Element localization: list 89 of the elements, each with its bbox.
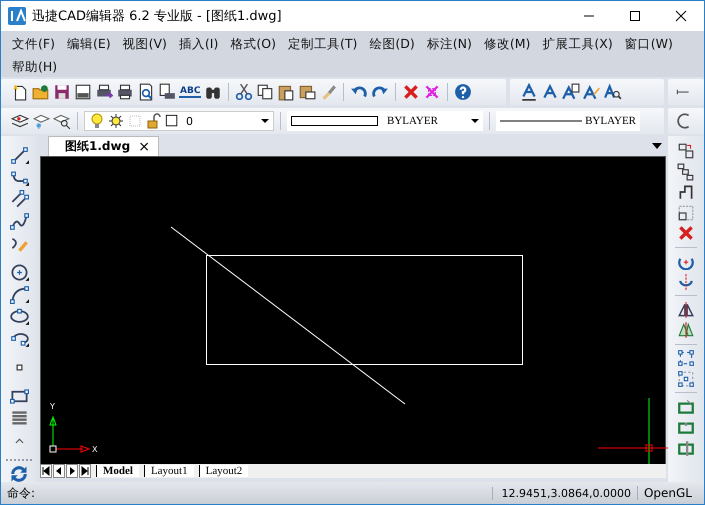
lineweight-sample-icon bbox=[500, 119, 582, 123]
renderer-label: OpenGL bbox=[636, 486, 704, 500]
grid-grips-icon[interactable] bbox=[677, 370, 695, 388]
trim-rectangle-icon[interactable] bbox=[677, 398, 695, 416]
help-icon[interactable] bbox=[454, 83, 472, 101]
menu-item[interactable]: 帮助(H) bbox=[7, 57, 62, 80]
circle-tool-icon[interactable] bbox=[10, 263, 28, 282]
menu-item[interactable]: 窗口(W) bbox=[620, 34, 678, 57]
document-tab-label: 图纸1.dwg bbox=[65, 138, 130, 155]
sun-icon bbox=[108, 113, 124, 129]
copy-icon[interactable] bbox=[256, 83, 274, 101]
text-pencil-icon[interactable] bbox=[583, 83, 601, 101]
delete-icon[interactable] bbox=[402, 83, 420, 101]
coordinates-readout: 12.9451,3.0864,0.0000 bbox=[492, 486, 637, 500]
menu-item[interactable]: 定制工具(T) bbox=[282, 34, 362, 57]
layer-name: 0 bbox=[186, 114, 194, 128]
scissors-icon[interactable] bbox=[235, 83, 254, 101]
line-tool-icon[interactable] bbox=[10, 146, 28, 165]
ellipse-tool-icon[interactable] bbox=[10, 307, 28, 326]
mirror-stretch-icon[interactable] bbox=[677, 321, 695, 339]
drawing-canvas[interactable]: Y X bbox=[40, 156, 666, 464]
selection-cross-icon[interactable] bbox=[423, 83, 442, 101]
layer-state-icon[interactable] bbox=[32, 112, 50, 130]
printer-icon[interactable] bbox=[116, 83, 134, 101]
menu-item[interactable]: 修改(M) bbox=[478, 34, 536, 57]
linetype-value: BYLAYER bbox=[387, 115, 438, 127]
text-underline-icon[interactable] bbox=[520, 83, 538, 101]
next-page-icon[interactable] bbox=[66, 464, 78, 478]
page-printer-icon[interactable] bbox=[158, 83, 176, 101]
spell-check-button[interactable]: ABC bbox=[179, 86, 202, 98]
x-axis-label: X bbox=[92, 445, 98, 454]
paste-special-icon[interactable] bbox=[298, 83, 316, 101]
layout-tab[interactable]: Model bbox=[96, 465, 139, 477]
layer-dropdown[interactable]: 0 bbox=[84, 111, 274, 131]
arc-tool-icon[interactable] bbox=[10, 285, 28, 304]
crosshair-cursor bbox=[598, 398, 668, 464]
double-line-tool-icon[interactable] bbox=[10, 190, 28, 209]
layers-icon[interactable] bbox=[11, 112, 29, 130]
array-icon[interactable] bbox=[677, 204, 695, 222]
app-logo-icon bbox=[8, 7, 26, 25]
printer-arrow-icon[interactable] bbox=[95, 83, 113, 101]
linetype-sample-icon bbox=[291, 115, 379, 127]
page-magnifier-icon[interactable] bbox=[137, 83, 155, 101]
caret-icon[interactable] bbox=[652, 143, 662, 149]
multi-copy-icon[interactable] bbox=[677, 162, 695, 180]
command-prompt: 命令: bbox=[6, 484, 36, 502]
layer-search-icon[interactable] bbox=[53, 112, 71, 130]
menu-item[interactable]: 绘图(D) bbox=[364, 34, 420, 57]
layout-tab[interactable]: Layout1 bbox=[144, 465, 194, 477]
new-file-icon[interactable] bbox=[11, 83, 29, 101]
refresh-arrows-icon[interactable] bbox=[9, 464, 29, 484]
document-tab[interactable]: 图纸1.dwg × bbox=[48, 136, 159, 156]
window-title: 迅捷CAD编辑器 6.2 专业版 - [图纸1.dwg] bbox=[32, 8, 283, 25]
caret-icon bbox=[471, 119, 479, 123]
menu-item[interactable]: 文件(F) bbox=[7, 34, 60, 57]
first-page-icon[interactable] bbox=[40, 464, 52, 478]
menu-item[interactable]: 标注(N) bbox=[422, 34, 477, 57]
menu-item[interactable]: 视图(V) bbox=[118, 34, 172, 57]
caret-icon bbox=[261, 119, 269, 123]
ucs-axes-icon bbox=[49, 416, 90, 453]
rectangle-tool-icon[interactable] bbox=[10, 387, 28, 406]
lineweight-value: BYLAYER bbox=[585, 115, 636, 127]
menu-item[interactable]: 插入(I) bbox=[174, 34, 224, 57]
paste-icon[interactable] bbox=[277, 83, 296, 101]
break-rectangle-icon[interactable] bbox=[677, 438, 695, 456]
open-folder-icon[interactable] bbox=[32, 83, 50, 101]
y-axis-label: Y bbox=[50, 402, 55, 411]
save-icon[interactable] bbox=[53, 83, 71, 101]
lightbulb-icon bbox=[89, 113, 105, 129]
text-edit-icon[interactable] bbox=[562, 83, 580, 101]
text-icon[interactable] bbox=[541, 83, 559, 101]
padlock-icon bbox=[146, 113, 162, 129]
flip-icon[interactable] bbox=[677, 272, 695, 290]
color-swatch-icon bbox=[165, 114, 179, 128]
lineweight-dropdown[interactable]: BYLAYER bbox=[496, 111, 640, 131]
linetype-dropdown[interactable]: BYLAYER bbox=[287, 111, 483, 131]
copy-object-icon[interactable] bbox=[677, 142, 695, 160]
mirror-icon[interactable] bbox=[677, 300, 695, 318]
erase-icon[interactable] bbox=[677, 224, 695, 242]
layout-tab[interactable]: Layout2 bbox=[198, 465, 248, 477]
scale-grips-icon[interactable] bbox=[677, 349, 695, 367]
spline-tool-icon[interactable] bbox=[10, 212, 28, 231]
text-search-icon[interactable] bbox=[604, 83, 622, 101]
previous-page-icon[interactable] bbox=[53, 464, 65, 478]
tab-close-button[interactable]: × bbox=[138, 138, 150, 154]
last-page-icon[interactable] bbox=[79, 464, 91, 478]
menu-item[interactable]: 扩展工具(X) bbox=[537, 34, 618, 57]
menu-item[interactable]: 格式(O) bbox=[225, 34, 281, 57]
menu-item[interactable]: 编辑(E) bbox=[62, 34, 116, 57]
